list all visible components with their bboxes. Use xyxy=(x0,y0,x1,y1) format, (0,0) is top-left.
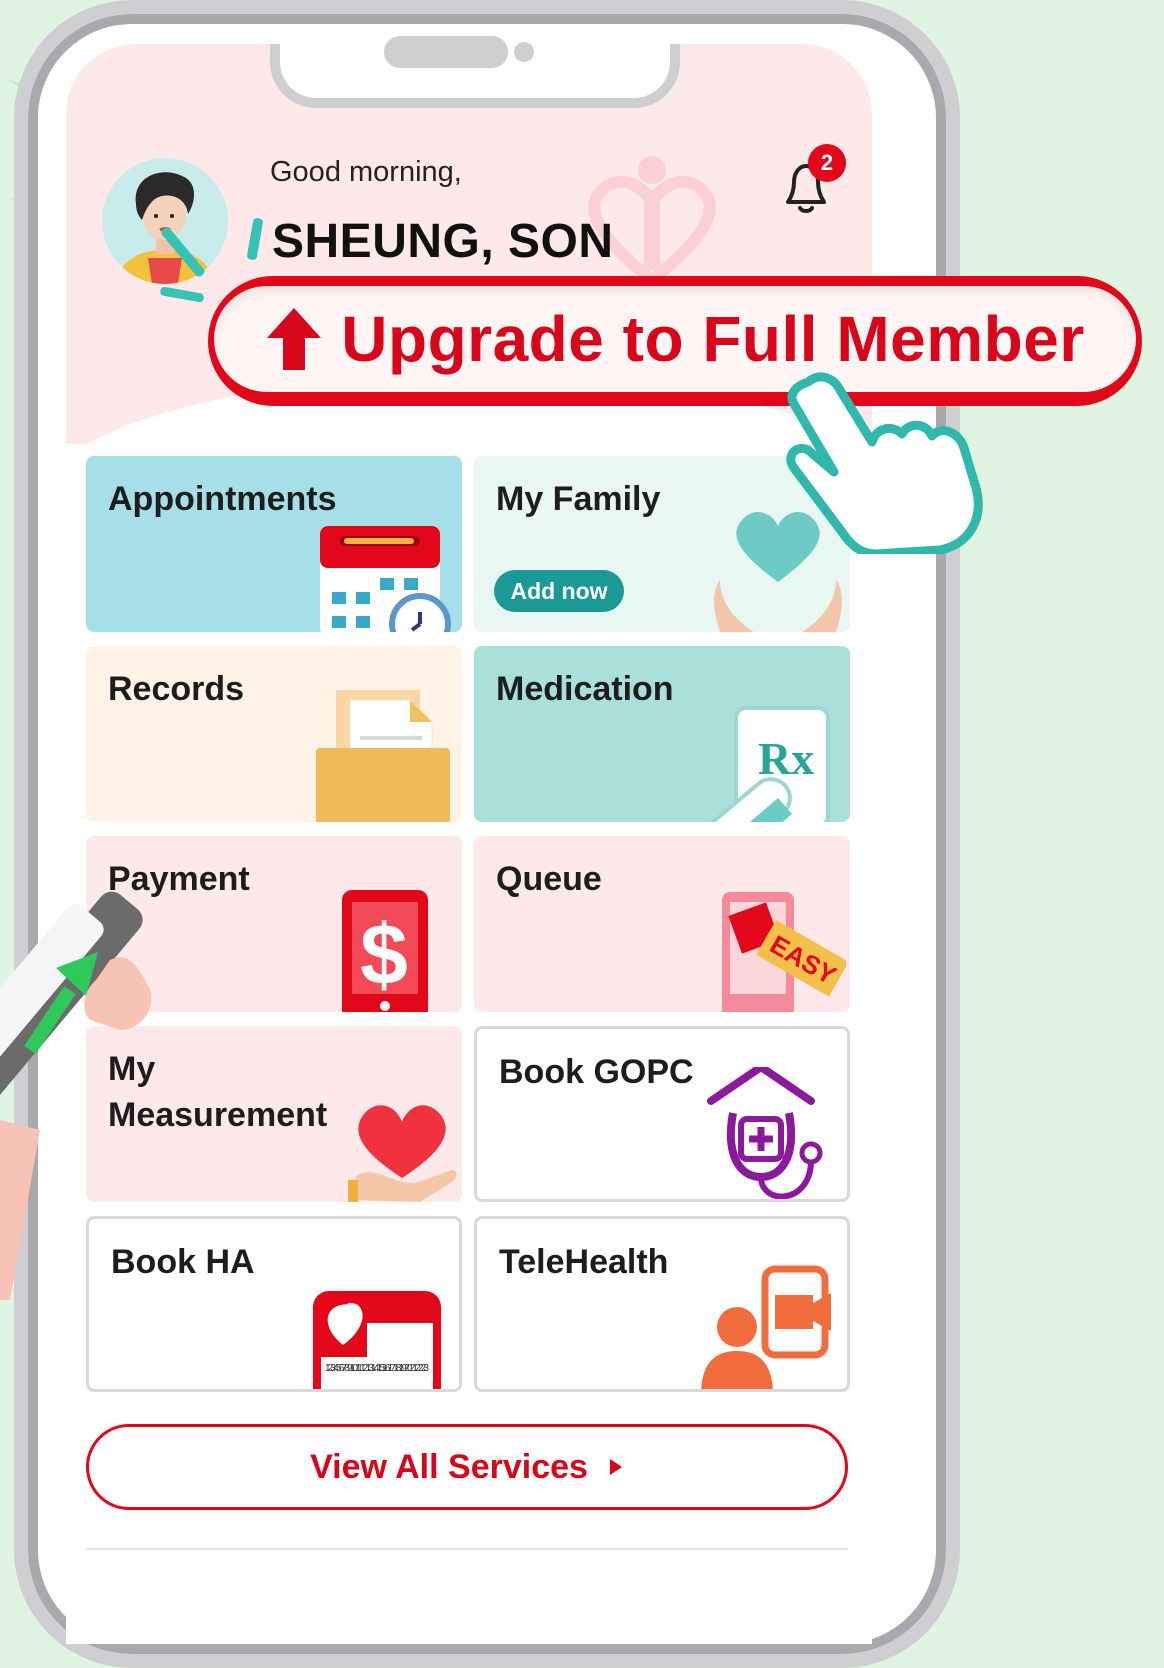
add-now-button[interactable]: Add now xyxy=(494,570,624,612)
phone-speaker xyxy=(384,36,508,68)
folder-icon xyxy=(316,690,450,822)
prescription-icon: Rx xyxy=(706,706,830,822)
heart-hand-icon xyxy=(348,1105,457,1202)
view-all-services-button[interactable]: View All Services xyxy=(86,1424,848,1510)
up-arrow-icon xyxy=(267,308,322,370)
phone-camera xyxy=(514,42,534,62)
tile-label: TeleHealth xyxy=(499,1243,669,1281)
tile-queue[interactable]: Queue EASY xyxy=(474,836,850,1012)
tile-appointments[interactable]: Appointments xyxy=(86,456,462,632)
pointing-hand-icon xyxy=(786,372,983,554)
clinic-stethoscope-icon xyxy=(707,1067,823,1199)
tile-label: Records xyxy=(108,670,245,708)
rx-label: Rx xyxy=(758,733,814,784)
tile-label: Book GOPC xyxy=(499,1053,694,1091)
tile-label: Appointments xyxy=(108,480,337,518)
tile-book-gopc[interactable]: Book GOPC xyxy=(474,1026,850,1202)
calendar-days: 1 2 3 4 5 6 7 8 9 10 11 12 13 14 15 16 1… xyxy=(325,1363,429,1374)
tile-records[interactable]: Records xyxy=(86,646,462,822)
user-name: SHEUNG, SON xyxy=(272,215,614,268)
notification-badge: 2 xyxy=(808,144,846,182)
payment-icon: $ xyxy=(342,890,428,1012)
ha-calendar-icon: 1 2 3 4 5 6 7 8 9 10 11 12 13 14 15 16 1… xyxy=(313,1291,441,1389)
tile-label: Queue xyxy=(496,860,602,898)
greeting-text: Good morning, xyxy=(270,156,462,188)
tile-medication[interactable]: Medication Rx xyxy=(474,646,850,822)
tile-telehealth[interactable]: TeleHealth xyxy=(474,1216,850,1392)
upgrade-label: Upgrade to Full Member xyxy=(341,303,1085,375)
view-all-services-label: View All Services xyxy=(310,1447,588,1486)
user-avatar-icon xyxy=(116,172,214,284)
video-call-icon xyxy=(701,1265,831,1389)
phone-hand-illustration xyxy=(0,891,152,1300)
tile-label: My Family xyxy=(496,480,661,518)
avatar[interactable] xyxy=(102,158,228,284)
upgrade-full-member-button[interactable]: Upgrade to Full Member xyxy=(208,276,1142,406)
play-arrow-icon xyxy=(609,1459,622,1475)
calendar-icon xyxy=(320,526,451,632)
upgrade-button-face: Upgrade to Full Member xyxy=(214,286,1136,392)
queue-ticket-icon: EASY xyxy=(722,892,846,1012)
svg-text:$: $ xyxy=(360,907,408,1003)
divider xyxy=(86,1548,848,1550)
tile-label: Medication xyxy=(496,670,674,708)
